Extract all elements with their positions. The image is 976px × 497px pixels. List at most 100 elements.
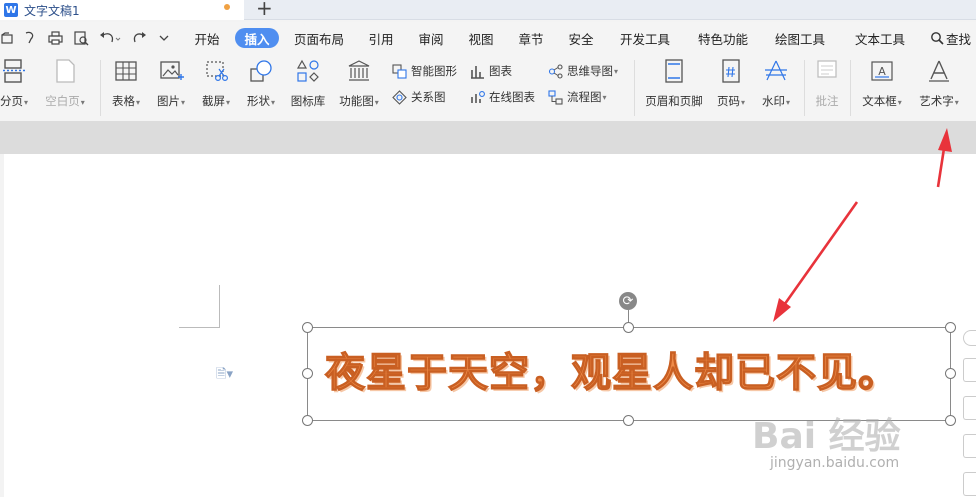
tab-page-layout[interactable]: 页面布局 <box>288 28 350 48</box>
baidu-watermark: Bai 经验 <box>752 416 901 457</box>
search-label: 查找 <box>946 31 972 47</box>
resize-handle[interactable] <box>623 415 634 426</box>
word-art-label: 艺术字 <box>919 94 954 108</box>
quick-access-more-icon[interactable] <box>156 30 172 46</box>
function-chart-button[interactable]: 功能图▾ <box>336 58 382 109</box>
tab-insert[interactable]: 插入 <box>235 28 279 48</box>
redo-icon[interactable] <box>130 30 148 46</box>
page-number-icon <box>718 58 744 84</box>
resize-handle[interactable] <box>945 415 956 426</box>
new-tab-button[interactable]: + <box>256 0 273 19</box>
blank-page-icon <box>52 58 78 84</box>
screenshot-button[interactable]: 截屏▾ <box>197 58 235 109</box>
blank-page-button[interactable]: 空白页▾ <box>40 58 90 109</box>
rotate-handle-icon[interactable]: ⟳ <box>619 292 637 310</box>
tab-reference[interactable]: 引用 <box>362 28 400 48</box>
function-chart-icon <box>346 58 372 84</box>
word-art-text[interactable]: 夜星于天空，观星人却已不见。 <box>324 343 945 403</box>
shape-outline-icon[interactable] <box>963 396 976 420</box>
chart-button[interactable]: 图表 <box>470 62 512 80</box>
mind-map-button[interactable]: 思维导图 ▾ <box>548 62 618 80</box>
picture-label: 图片 <box>156 94 180 108</box>
online-chart-button[interactable]: 在线图表 <box>470 88 535 106</box>
open-file-icon[interactable] <box>0 30 14 46</box>
shape-fill-icon[interactable] <box>963 434 976 458</box>
online-chart-icon <box>470 90 485 105</box>
chevron-down-icon: ▾ <box>225 98 230 107</box>
resize-handle[interactable] <box>945 368 956 379</box>
page-number-label: 页码 <box>716 94 740 108</box>
header-footer-button[interactable]: 页眉和页脚 <box>642 58 706 109</box>
tab-start[interactable]: 开始 <box>188 28 226 48</box>
blank-page-label: 空白页 <box>45 94 80 108</box>
textbox-icon: A <box>869 58 895 84</box>
margin-corner-mark <box>219 285 220 328</box>
shape-button[interactable]: 形状▾ <box>242 58 280 109</box>
relation-chart-icon <box>392 89 407 105</box>
chevron-down-icon: ▾ <box>740 98 745 107</box>
function-chart-label: 功能图 <box>339 94 374 108</box>
watermark-label: 水印 <box>761 94 785 108</box>
undo-icon[interactable] <box>98 30 122 46</box>
flowchart-icon <box>548 89 563 105</box>
print-icon[interactable] <box>46 30 64 46</box>
shape-icon <box>248 58 274 84</box>
flowchart-button[interactable]: 流程图 ▾ <box>548 88 607 106</box>
page-break-label: 分页 <box>0 94 23 108</box>
smart-shape-button[interactable]: 智能图形 <box>392 62 457 80</box>
chevron-down-icon: ▾ <box>23 98 28 107</box>
word-art-button[interactable]: 艺术字▾ <box>913 58 965 109</box>
chart-label: 图表 <box>489 64 512 78</box>
picture-button[interactable]: 图片▾ <box>152 58 190 109</box>
tab-security[interactable]: 安全 <box>562 28 600 48</box>
ribbon-separator <box>850 60 851 116</box>
relation-chart-button[interactable]: 关系图 <box>392 88 446 106</box>
wps-writer-logo-icon: W <box>4 3 18 17</box>
collapse-toolbar-icon[interactable] <box>963 330 976 346</box>
shape-effects-icon[interactable] <box>963 472 976 496</box>
resize-handle[interactable] <box>623 322 634 333</box>
table-button[interactable]: 表格▾ <box>107 58 145 109</box>
tab-review[interactable]: 审阅 <box>412 28 450 48</box>
tab-drawing-tools[interactable]: 绘图工具 <box>769 28 831 48</box>
resize-handle[interactable] <box>302 322 313 333</box>
chevron-down-icon: ▾ <box>374 98 379 107</box>
layout-options-icon[interactable] <box>963 358 976 382</box>
tab-special-features[interactable]: 特色功能 <box>692 28 754 48</box>
search-icon <box>931 32 944 45</box>
mind-map-label: 思维导图 <box>567 64 613 78</box>
textbox-label: 文本框 <box>862 94 897 108</box>
tab-chapter[interactable]: 章节 <box>512 28 550 48</box>
page-break-button[interactable]: 分页▾ <box>0 58 36 109</box>
resize-handle[interactable] <box>302 415 313 426</box>
chevron-down-icon: ▾ <box>614 66 619 76</box>
print-preview-icon[interactable] <box>72 30 90 46</box>
icon-library-label: 图标库 <box>290 94 326 108</box>
search-button[interactable]: 查找 <box>930 28 976 48</box>
smart-shape-icon <box>392 63 407 79</box>
workspace-background <box>0 122 976 154</box>
relation-chart-label: 关系图 <box>411 90 446 104</box>
document-tab[interactable]: W 文字文稿1 <box>0 0 244 20</box>
table-icon <box>113 58 139 84</box>
watermark-button[interactable]: 水印▾ <box>757 58 795 109</box>
mind-map-icon <box>548 63 563 79</box>
icon-library-icon <box>295 58 321 84</box>
title-bar: W 文字文稿1 + <box>0 0 976 20</box>
resize-handle[interactable] <box>302 368 313 379</box>
comment-label: 批注 <box>815 94 839 108</box>
page-number-button[interactable]: 页码▾ <box>712 58 750 109</box>
screenshot-label: 截屏 <box>201 94 225 108</box>
textbox-button[interactable]: A 文本框▾ <box>857 58 907 109</box>
comment-button[interactable]: 批注 <box>810 58 844 109</box>
header-footer-icon <box>661 58 687 84</box>
icon-library-button[interactable]: 图标库 <box>288 58 328 109</box>
format-painter-icon[interactable] <box>22 30 38 46</box>
tab-view[interactable]: 视图 <box>462 28 500 48</box>
paragraph-options-icon[interactable]: 🗎▾ <box>216 365 233 387</box>
tab-developer-tools[interactable]: 开发工具 <box>614 28 676 48</box>
tab-text-tools[interactable]: 文本工具 <box>849 28 911 48</box>
ribbon-separator <box>804 60 805 116</box>
insert-ribbon: 分页▾ 空白页▾ 表格▾ 图片▾ 截屏▾ 形状▾ 图标库 功能图▾ 智能图形 图… <box>0 54 976 122</box>
resize-handle[interactable] <box>945 322 956 333</box>
